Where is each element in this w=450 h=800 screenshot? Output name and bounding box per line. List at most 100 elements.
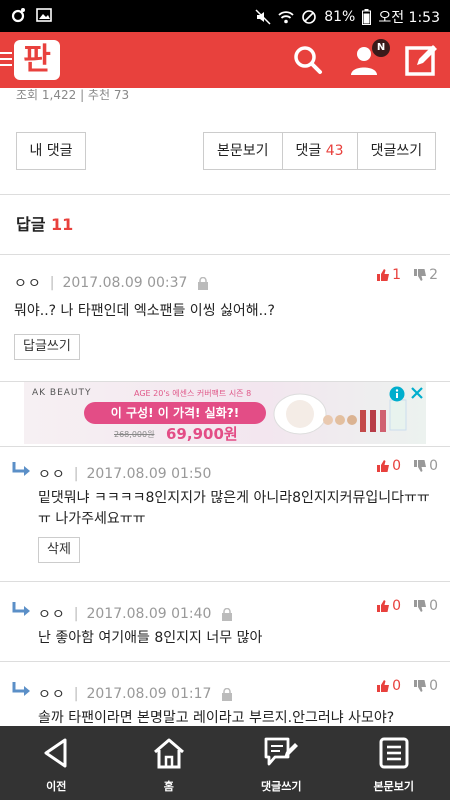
delete-button[interactable]: 삭제 bbox=[38, 537, 80, 563]
comment-date: 2017.08.09 01:40 bbox=[86, 606, 212, 622]
upvote-count: 0 bbox=[392, 678, 402, 694]
nav-label: 본문보기 bbox=[373, 780, 414, 793]
meta-separator: | bbox=[73, 466, 79, 482]
comment-date: 2017.08.09 01:50 bbox=[86, 466, 212, 482]
home-icon bbox=[153, 738, 184, 769]
comment-date: 2017.08.09 00:37 bbox=[62, 275, 188, 291]
document-icon bbox=[379, 737, 409, 769]
downvote-button[interactable]: 0 bbox=[413, 598, 438, 614]
clock: 오전 1:53 bbox=[378, 10, 440, 26]
compose-icon[interactable] bbox=[404, 42, 440, 78]
upvote-count: 0 bbox=[392, 458, 402, 474]
comment-item: ㅇㅇ | 2017.08.09 01:40 0 0 난 좋아함 여기애들 8인지… bbox=[0, 598, 450, 654]
replies-title: 답글 bbox=[16, 215, 46, 234]
nav-label: 이전 bbox=[46, 780, 67, 793]
nav-label: 홈 bbox=[163, 780, 174, 793]
notification-badge: N bbox=[372, 39, 390, 57]
replies-count: 11 bbox=[51, 215, 74, 234]
downvote-button[interactable]: 2 bbox=[413, 267, 438, 283]
comment-votes: 0 0 bbox=[376, 458, 438, 474]
comment-author[interactable]: ㅇㅇ bbox=[38, 604, 66, 624]
ad-banner[interactable]: AK BEAUTY AGE 20's 에센스 커버팩트 시즌 8 이 구성! 이… bbox=[24, 382, 426, 444]
comment-item: ㅇㅇ | 2017.08.09 01:50 0 0 밑댓뭐냐 ㅋㅋㅋㅋ8인지지가… bbox=[0, 458, 450, 574]
replies-heading: 답글 11 bbox=[16, 211, 73, 235]
upvote-button[interactable]: 1 bbox=[376, 267, 401, 283]
ad-info-icon[interactable] bbox=[389, 386, 405, 402]
thumbs-down-icon bbox=[414, 680, 427, 692]
write-comment-icon bbox=[264, 737, 299, 766]
menu-icon[interactable] bbox=[0, 52, 12, 66]
search-icon[interactable] bbox=[290, 42, 326, 78]
bottom-nav: 이전 홈 댓글쓰기 본문보기 bbox=[0, 726, 450, 800]
pann-logo[interactable]: 판 bbox=[14, 40, 60, 80]
view-post-button[interactable]: 본문보기 bbox=[204, 133, 283, 169]
thumbs-up-icon bbox=[377, 600, 390, 612]
post-actions-group: 본문보기 댓글 43 댓글쓰기 bbox=[203, 132, 437, 170]
comment-meta: ㅇㅇ | 2017.08.09 01:17 bbox=[38, 684, 233, 704]
app-notification-icon bbox=[11, 8, 25, 23]
nav-view-post[interactable]: 본문보기 bbox=[338, 726, 450, 800]
status-bar: 81% 오전 1:53 bbox=[0, 0, 450, 32]
comment-meta: ㅇㅇ | 2017.08.09 00:37 bbox=[14, 273, 209, 293]
upvote-button[interactable]: 0 bbox=[376, 458, 401, 474]
section-divider bbox=[0, 194, 450, 195]
upvote-count: 1 bbox=[392, 267, 402, 283]
comment-votes: 0 0 bbox=[376, 598, 438, 614]
write-comment-button[interactable]: 댓글쓰기 bbox=[358, 133, 436, 169]
downvote-button[interactable]: 0 bbox=[413, 678, 438, 694]
section-divider bbox=[0, 581, 450, 582]
no-signal-icon bbox=[302, 10, 317, 24]
downvote-button[interactable]: 0 bbox=[413, 458, 438, 474]
gallery-icon bbox=[36, 8, 52, 22]
comment-item: ㅇㅇ | 2017.08.09 00:37 1 2 뭐야..? 나 타팬인데 엑… bbox=[0, 267, 450, 363]
comment-author[interactable]: ㅇㅇ bbox=[38, 684, 66, 704]
upvote-button[interactable]: 0 bbox=[376, 678, 401, 694]
meta-separator: | bbox=[73, 606, 79, 622]
comment-date: 2017.08.09 01:17 bbox=[86, 686, 212, 702]
nav-label: 댓글쓰기 bbox=[261, 780, 302, 793]
thumbs-up-icon bbox=[377, 460, 390, 472]
battery-icon bbox=[362, 9, 372, 25]
comment-text: 밑댓뭐냐 ㅋㅋㅋㅋ8인지지가 많은게 아니라8인지지커뮤입니다ㅠㅠㅠ 나가주세요… bbox=[38, 490, 430, 527]
ad-subtitle: AGE 20's 에센스 커버팩트 시즌 8 bbox=[134, 389, 252, 398]
comment-text: 뭐야..? 나 타팬인데 엑소팬들 이씽 싫어해..? bbox=[14, 303, 275, 319]
comments-count: 43 bbox=[325, 143, 344, 159]
thumbs-down-icon bbox=[414, 269, 427, 281]
lock-icon bbox=[222, 607, 233, 621]
nav-write-comment[interactable]: 댓글쓰기 bbox=[225, 726, 338, 800]
reply-arrow-icon bbox=[12, 602, 30, 616]
comment-author[interactable]: ㅇㅇ bbox=[14, 273, 42, 293]
app-header: 판 N bbox=[0, 32, 450, 88]
comment-text: 난 좋아함 여기애들 8인지지 너무 많아 bbox=[38, 630, 263, 646]
battery-percent: 81% bbox=[324, 9, 356, 25]
ad-brand: AK BEAUTY bbox=[32, 388, 92, 398]
section-divider bbox=[0, 661, 450, 662]
comment-meta: ㅇㅇ | 2017.08.09 01:50 bbox=[38, 464, 211, 484]
back-icon bbox=[44, 738, 67, 768]
thumbs-up-icon bbox=[377, 269, 390, 281]
ad-close-icon[interactable] bbox=[410, 386, 424, 400]
downvote-count: 0 bbox=[429, 458, 438, 474]
thumbs-down-icon bbox=[414, 460, 427, 472]
app-screen: 81% 오전 1:53 판 N 조회 1,422 | 추천 73 내 댓글 본문… bbox=[0, 0, 450, 800]
nav-home[interactable]: 홈 bbox=[113, 726, 226, 800]
nav-back[interactable]: 이전 bbox=[0, 726, 113, 800]
comment-actions-row: 내 댓글 본문보기 댓글 43 댓글쓰기 bbox=[0, 132, 450, 172]
downvote-count: 0 bbox=[429, 598, 438, 614]
thumbs-down-icon bbox=[414, 600, 427, 612]
comment-meta: ㅇㅇ | 2017.08.09 01:40 bbox=[38, 604, 233, 624]
reply-arrow-icon bbox=[12, 462, 30, 476]
lock-icon bbox=[198, 276, 209, 290]
comments-tab[interactable]: 댓글 43 bbox=[283, 133, 358, 169]
comments-label: 댓글 bbox=[295, 143, 322, 159]
reply-button[interactable]: 답글쓰기 bbox=[14, 334, 80, 360]
upvote-button[interactable]: 0 bbox=[376, 598, 401, 614]
section-divider bbox=[0, 446, 450, 447]
mute-icon bbox=[255, 9, 271, 25]
profile-button[interactable]: N bbox=[348, 39, 390, 78]
my-comments-button[interactable]: 내 댓글 bbox=[16, 132, 86, 170]
comment-author[interactable]: ㅇㅇ bbox=[38, 464, 66, 484]
downvote-count: 2 bbox=[429, 267, 438, 283]
wifi-icon bbox=[278, 11, 294, 24]
lock-icon bbox=[222, 687, 233, 701]
